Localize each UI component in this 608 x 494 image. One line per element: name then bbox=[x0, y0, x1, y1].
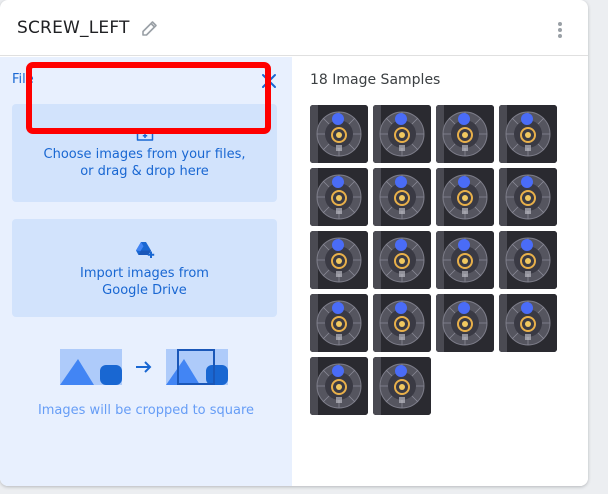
sample-thumbnail[interactable] bbox=[499, 168, 557, 226]
google-drive-add-icon bbox=[135, 241, 155, 259]
upload-option-line2: or drag & drop here bbox=[80, 164, 209, 179]
sample-thumbnail[interactable] bbox=[436, 168, 494, 226]
sample-thumbnail[interactable] bbox=[310, 357, 368, 415]
sample-thumbnail[interactable] bbox=[373, 168, 431, 226]
sample-thumbnail[interactable] bbox=[310, 231, 368, 289]
upload-from-files-button[interactable]: Choose images from your files, or drag &… bbox=[12, 104, 277, 202]
sample-thumbnail[interactable] bbox=[373, 294, 431, 352]
more-vert-icon[interactable] bbox=[552, 20, 568, 40]
sample-thumbnail[interactable] bbox=[310, 294, 368, 352]
sample-thumbnail[interactable] bbox=[499, 105, 557, 163]
sample-thumbnail[interactable] bbox=[373, 357, 431, 415]
upload-option-line1: Choose images from your files, bbox=[43, 147, 246, 162]
sample-thumbnail[interactable] bbox=[373, 105, 431, 163]
card-header: SCREW_LEFT bbox=[0, 0, 588, 56]
samples-panel: 18 Image Samples bbox=[292, 57, 588, 486]
samples-count-title: 18 Image Samples bbox=[310, 72, 441, 88]
sample-thumbnail[interactable] bbox=[310, 105, 368, 163]
sample-thumbnail[interactable] bbox=[436, 105, 494, 163]
class-card: SCREW_LEFT File Choose images from your … bbox=[0, 0, 588, 486]
pencil-icon[interactable] bbox=[140, 18, 160, 38]
crop-note: Images will be cropped to square bbox=[37, 403, 255, 418]
sample-thumbnail[interactable] bbox=[499, 231, 557, 289]
folder-add-icon bbox=[136, 126, 154, 142]
close-icon[interactable] bbox=[261, 73, 277, 89]
sample-thumbnail[interactable] bbox=[373, 231, 431, 289]
upload-panel: File Choose images from your files, or d… bbox=[0, 57, 292, 486]
crop-illustration bbox=[60, 349, 230, 389]
drive-option-line2: Google Drive bbox=[102, 283, 187, 298]
sample-thumbnail[interactable] bbox=[436, 294, 494, 352]
file-section-label: File bbox=[12, 72, 34, 87]
sample-thumbnail[interactable] bbox=[436, 231, 494, 289]
sample-thumbnail[interactable] bbox=[499, 294, 557, 352]
import-from-drive-button[interactable]: Import images from Google Drive bbox=[12, 219, 277, 317]
drive-option-line1: Import images from bbox=[80, 266, 209, 281]
class-name-title[interactable]: SCREW_LEFT bbox=[17, 18, 130, 38]
sample-thumbnail[interactable] bbox=[310, 168, 368, 226]
